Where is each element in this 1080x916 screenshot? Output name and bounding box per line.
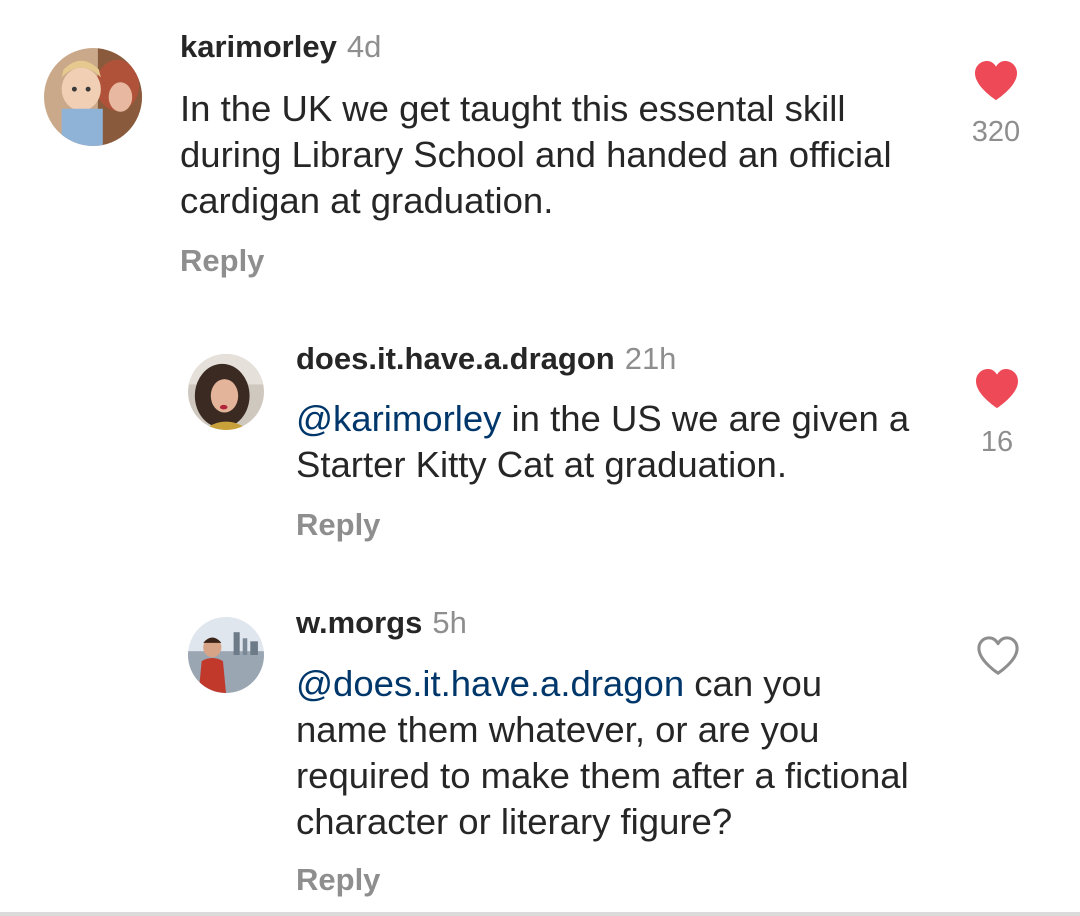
comment-text: @does.it.have.a.dragon can you name them… — [296, 661, 916, 845]
like-button[interactable] — [975, 635, 1021, 677]
heart-filled-icon — [975, 60, 1017, 101]
reply-button[interactable]: Reply — [296, 862, 380, 898]
reply-button[interactable]: Reply — [296, 507, 380, 543]
comment-header: does.it.have.a.dragon 21h — [296, 341, 676, 377]
username[interactable]: karimorley — [180, 29, 337, 64]
comment-text: In the UK we get taught this essental sk… — [180, 86, 950, 224]
avatar[interactable] — [44, 48, 142, 146]
avatar-photo-icon — [188, 617, 264, 693]
avatar[interactable] — [188, 617, 264, 693]
comment-text: @karimorley in the US we are given a Sta… — [296, 396, 956, 488]
mention-link[interactable]: @does.it.have.a.dragon — [296, 663, 684, 704]
avatar-photo-icon — [188, 354, 264, 430]
reply-button[interactable]: Reply — [180, 243, 264, 279]
username[interactable]: w.morgs — [296, 605, 422, 640]
like-button[interactable] — [974, 368, 1020, 410]
username[interactable]: does.it.have.a.dragon — [296, 341, 615, 376]
like-count: 320 — [971, 116, 1021, 148]
avatar[interactable] — [188, 354, 264, 430]
comment-header: karimorley 4d — [180, 29, 381, 65]
comment-body: In the UK we get taught this essental sk… — [180, 88, 892, 221]
heart-filled-icon — [976, 368, 1018, 409]
timestamp: 4d — [346, 29, 382, 64]
heart-outline-icon — [977, 636, 1019, 675]
like-count: 16 — [980, 426, 1014, 458]
timestamp: 21h — [624, 341, 677, 376]
like-button[interactable] — [973, 60, 1019, 102]
avatar-photo-icon — [44, 48, 142, 146]
mention-link[interactable]: @karimorley — [296, 398, 501, 439]
comment-header: w.morgs 5h — [296, 605, 467, 641]
bottom-divider — [0, 912, 1080, 916]
timestamp: 5h — [432, 605, 467, 640]
